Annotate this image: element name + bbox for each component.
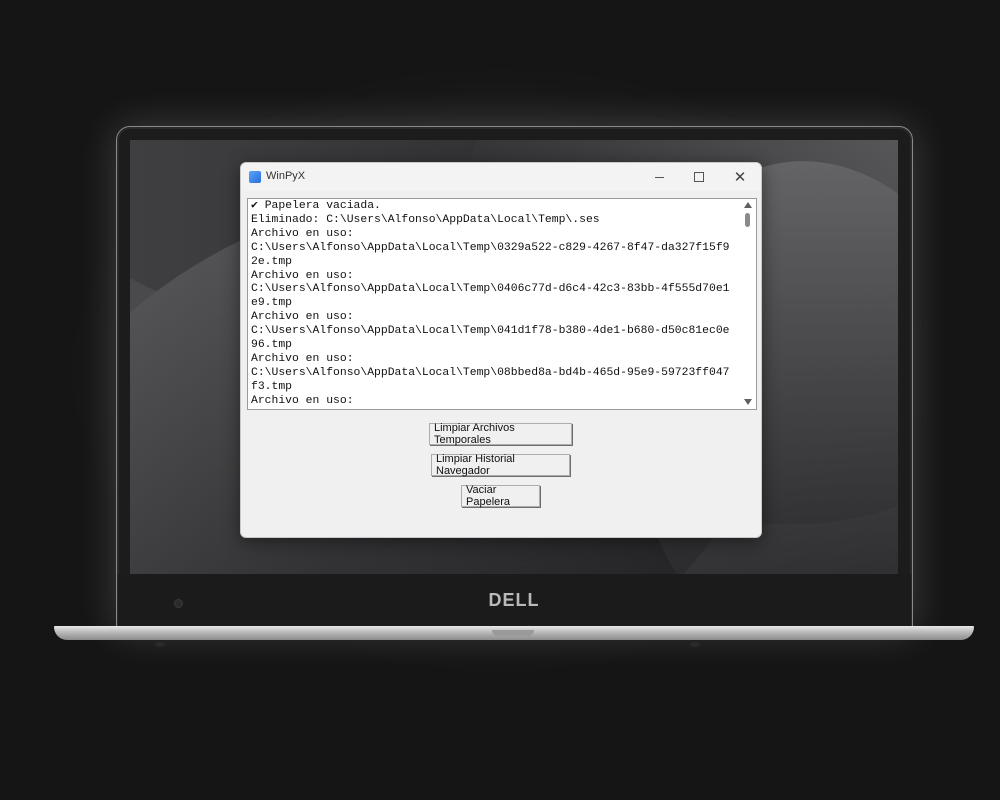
close-icon: ✕ <box>733 167 747 186</box>
scroll-down-icon[interactable] <box>744 399 752 405</box>
log-line: Eliminado: C:\Users\Alfonso\AppData\Loca… <box>251 213 600 226</box>
log-line: e9.tmp <box>251 297 293 310</box>
vertical-scrollbar[interactable] <box>741 199 755 409</box>
log-line: ✔ Papelera vaciada. <box>251 200 381 212</box>
log-line: C:\Users\Alfonso\AppData\Local\Temp\041d… <box>251 325 730 338</box>
scroll-up-icon[interactable] <box>744 202 752 208</box>
sensor-dot <box>174 599 183 608</box>
laptop-hinge-notch <box>492 630 534 636</box>
dell-logo: DELL <box>488 590 540 610</box>
log-line: 2e.tmp <box>251 255 293 268</box>
log-line: f3.tmp <box>251 380 293 393</box>
log-line: Archivo en uso: <box>251 352 354 365</box>
title-bar[interactable]: WinPyX ✕ <box>241 163 761 191</box>
app-window: WinPyX ✕ ✔ Papelera vaciada. Eliminado: C… <box>240 162 762 538</box>
maximize-button[interactable] <box>679 163 719 191</box>
log-line: Archivo en uso: <box>251 311 354 324</box>
clean-browser-history-button[interactable]: Limpiar Historial Navegador <box>431 453 570 477</box>
minimize-button[interactable] <box>639 163 679 191</box>
log-line: C:\Users\Alfonso\AppData\Local\Temp\0406… <box>251 283 730 296</box>
log-output: ✔ Papelera vaciada. Eliminado: C:\Users\A… <box>251 200 739 409</box>
laptop-foot <box>155 642 165 647</box>
log-line: Archivo en uso: <box>251 269 354 282</box>
maximize-icon <box>694 172 704 182</box>
log-line: 96.tmp <box>251 339 293 352</box>
log-line: C:\Users\Alfonso\AppData\Local\Temp\0329… <box>251 241 730 254</box>
log-line: Archivo en uso: <box>251 394 354 407</box>
log-line: C:\Users\Alfonso\AppData\Local\Temp\08bb… <box>251 366 730 379</box>
window-title: WinPyX <box>266 170 306 182</box>
close-button[interactable]: ✕ <box>720 163 760 191</box>
scroll-thumb[interactable] <box>745 213 750 227</box>
minimize-icon <box>654 176 664 178</box>
laptop-foot <box>690 642 700 647</box>
empty-recycle-bin-button[interactable]: Vaciar Papelera <box>461 484 540 508</box>
log-line: Archivo en uso: <box>251 227 354 240</box>
clean-temp-files-button[interactable]: Limpiar Archivos Temporales <box>429 422 572 446</box>
log-textbox[interactable]: ✔ Papelera vaciada. Eliminado: C:\Users\A… <box>247 198 757 410</box>
app-icon <box>249 171 261 183</box>
